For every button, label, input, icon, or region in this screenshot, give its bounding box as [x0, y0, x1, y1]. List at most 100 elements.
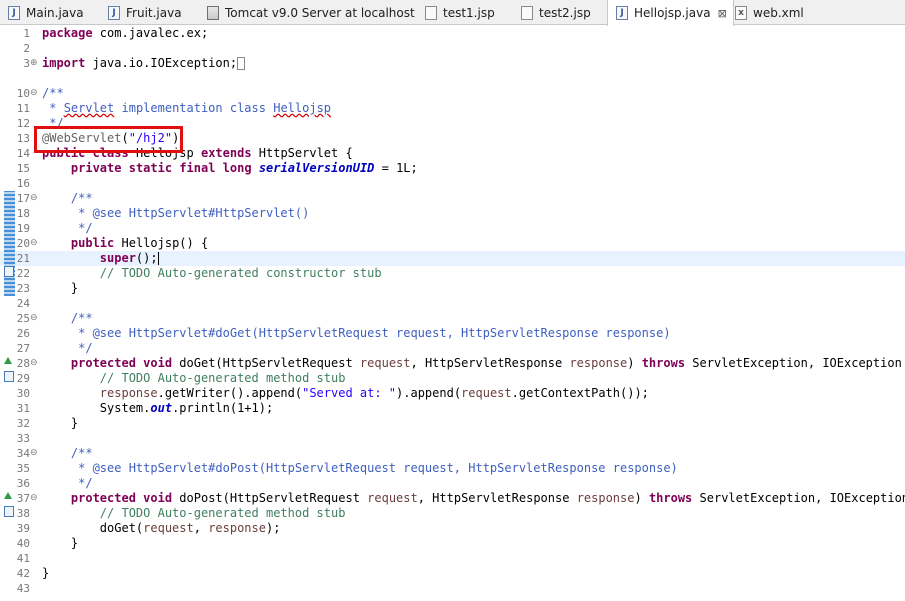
- line-number: 20: [16, 237, 30, 250]
- line-number: 43: [16, 582, 30, 595]
- java-file-icon: J: [108, 5, 120, 20]
- collapse-fold-icon[interactable]: ⊖: [30, 86, 40, 101]
- xml-file-icon: x: [735, 5, 747, 20]
- code-editor[interactable]: 1 package com.javalec.ex; 2 3 ⊕ import j…: [0, 26, 905, 601]
- line-number: 17: [16, 192, 30, 205]
- code-text: * @see HttpServlet#doGet(HttpServletRequ…: [42, 326, 671, 340]
- line-number: 14: [16, 147, 30, 160]
- code-text: doGet(request, response);: [42, 521, 281, 535]
- code-line: 28 ⊖ protected void doGet(HttpServletReq…: [0, 356, 905, 371]
- line-number: 18: [16, 207, 30, 220]
- code-text: public Hellojsp() {: [70, 236, 209, 250]
- code-text: /**: [42, 311, 93, 325]
- tab-test2-jsp[interactable]: test2.jsp: [521, 0, 591, 25]
- code-text: }: [42, 566, 50, 580]
- line-number: 19: [16, 222, 30, 235]
- line-number: 35: [16, 462, 30, 475]
- tab-web-xml[interactable]: x web.xml: [735, 0, 804, 25]
- line-number: 42: [16, 567, 30, 580]
- code-text: package com.javalec.ex;: [42, 26, 209, 40]
- code-line: 2: [0, 41, 905, 56]
- code-text: }: [42, 281, 79, 295]
- code-text: // TODO Auto-generated method stub: [42, 371, 346, 385]
- code-line: 23 }: [0, 281, 905, 296]
- code-text: /**: [42, 86, 64, 100]
- code-text: /**: [42, 446, 93, 460]
- annotation-highlight-box: [34, 126, 183, 153]
- line-number: 26: [16, 327, 30, 340]
- code-line: 30 response.getWriter().append("Served a…: [0, 386, 905, 401]
- tab-test1-jsp[interactable]: test1.jsp: [425, 0, 495, 25]
- tab-hellojsp-java[interactable]: J Hellojsp.java ⊠: [607, 0, 734, 26]
- line-number: 39: [16, 522, 30, 535]
- code-line: 19 */: [0, 221, 905, 236]
- code-text: */: [42, 341, 93, 355]
- code-line: 31 System.out.println(1+1);: [0, 401, 905, 416]
- collapse-fold-icon[interactable]: ⊖: [30, 356, 40, 371]
- code-text: }: [42, 536, 79, 550]
- java-file-icon: J: [8, 5, 20, 20]
- tab-label: test1.jsp: [443, 5, 495, 20]
- code-line: 32 }: [0, 416, 905, 431]
- tab-label: Main.java: [26, 5, 84, 20]
- tab-label: web.xml: [753, 5, 804, 20]
- tab-label: Tomcat v9.0 Server at localhost: [225, 5, 415, 20]
- code-text: super();: [99, 251, 159, 265]
- tab-tomcat-server[interactable]: Tomcat v9.0 Server at localhost: [207, 0, 415, 25]
- expand-fold-icon[interactable]: ⊕: [30, 56, 40, 71]
- code-line: 25 ⊖ /**: [0, 311, 905, 326]
- line-number: 15: [16, 162, 30, 175]
- code-line: 43: [0, 581, 905, 596]
- code-line: 3 ⊕ import java.io.IOException;: [0, 56, 905, 71]
- collapse-fold-icon[interactable]: ⊖: [30, 446, 40, 461]
- line-number: 41: [16, 552, 30, 565]
- code-line: 22 // TODO Auto-generated constructor st…: [0, 266, 905, 281]
- code-text: protected void doPost(HttpServletRequest…: [70, 491, 905, 505]
- code-line: 33: [0, 431, 905, 446]
- line-number: 16: [16, 177, 30, 190]
- code-text: * @see HttpServlet#HttpServlet(): [42, 206, 310, 220]
- collapse-fold-icon[interactable]: ⊖: [30, 236, 40, 251]
- line-number: 21: [16, 252, 30, 265]
- line-number: 27: [16, 342, 30, 355]
- code-line: 38 // TODO Auto-generated method stub: [0, 506, 905, 521]
- close-icon[interactable]: ⊠: [718, 7, 727, 20]
- code-line: 27 */: [0, 341, 905, 356]
- line-number: 29: [16, 372, 30, 385]
- code-text: */: [42, 221, 93, 235]
- code-text: response.getWriter().append("Served at: …: [99, 386, 649, 400]
- code-line: 36 */: [0, 476, 905, 491]
- line-number: 33: [16, 432, 30, 445]
- tab-label: Fruit.java: [126, 5, 182, 20]
- jsp-file-icon: [425, 5, 437, 20]
- line-number: 2: [23, 42, 30, 55]
- code-line: 1 package com.javalec.ex;: [0, 26, 905, 41]
- tab-main-java[interactable]: J Main.java: [8, 0, 84, 25]
- code-line: 16: [0, 176, 905, 191]
- line-number: 30: [16, 387, 30, 400]
- line-number: 23: [16, 282, 30, 295]
- tab-fruit-java[interactable]: J Fruit.java: [108, 0, 182, 25]
- code-line: 18 * @see HttpServlet#HttpServlet(): [0, 206, 905, 221]
- code-text: protected void doGet(HttpServletRequest …: [70, 356, 905, 370]
- code-line: 40 }: [0, 536, 905, 551]
- code-text: * @see HttpServlet#doPost(HttpServletReq…: [42, 461, 678, 475]
- code-line: 11 * Servlet implementation class Helloj…: [0, 101, 905, 116]
- collapse-fold-icon[interactable]: ⊖: [30, 311, 40, 326]
- line-number: 22: [16, 267, 30, 280]
- code-text: * Servlet implementation class Hellojsp: [42, 101, 332, 115]
- code-text: private static final long serialVersionU…: [70, 161, 418, 175]
- line-number: 24: [16, 297, 30, 310]
- collapse-fold-icon[interactable]: ⊖: [30, 191, 40, 206]
- code-line: 29 // TODO Auto-generated method stub: [0, 371, 905, 386]
- text-cursor: [157, 252, 159, 265]
- line-number: 31: [16, 402, 30, 415]
- collapse-fold-icon[interactable]: ⊖: [30, 491, 40, 506]
- code-line: 10 ⊖ /**: [0, 86, 905, 101]
- jsp-file-icon: [521, 5, 533, 20]
- code-text: /**: [42, 191, 93, 205]
- code-line: 34 ⊖ /**: [0, 446, 905, 461]
- code-text: System.out.println(1+1);: [42, 401, 274, 415]
- code-line: 39 doGet(request, response);: [0, 521, 905, 536]
- line-number: 32: [16, 417, 30, 430]
